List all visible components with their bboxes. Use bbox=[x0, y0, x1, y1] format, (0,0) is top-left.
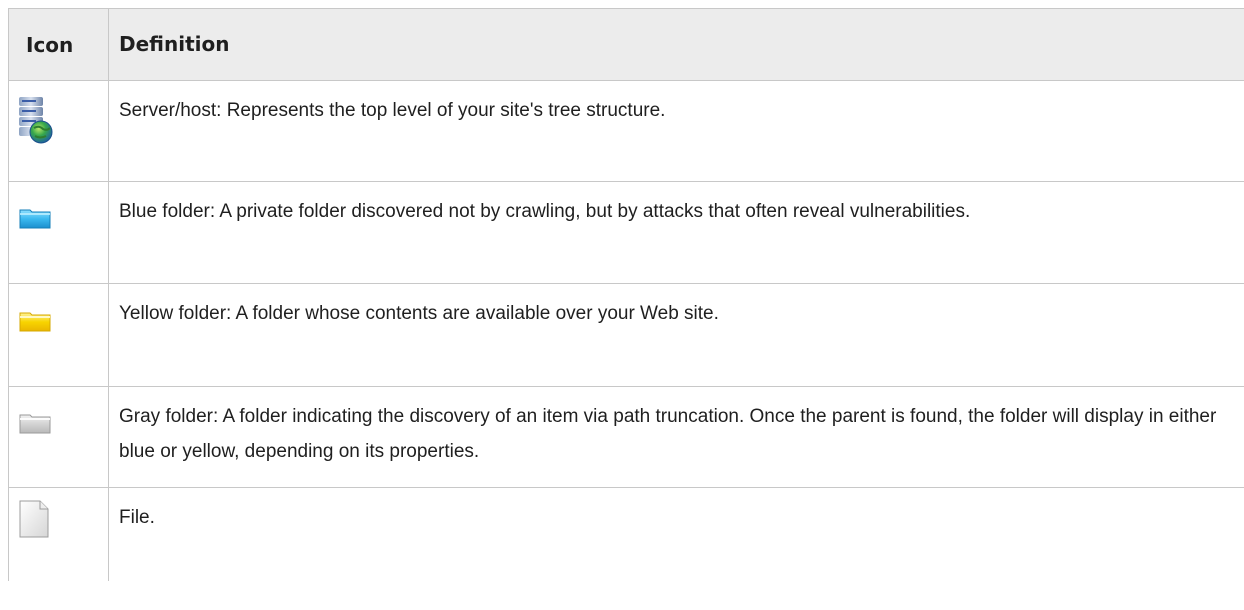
definition-cell: Server/host: Represents the top level of… bbox=[119, 100, 666, 121]
table-header-row: Icon Definition bbox=[9, 8, 1244, 81]
gray-folder-icon bbox=[19, 414, 51, 434]
file-icon bbox=[19, 500, 49, 538]
header-icon-column: Icon bbox=[9, 9, 109, 80]
table-row: Gray folder: A folder indicating the dis… bbox=[9, 387, 1244, 488]
icon-cell bbox=[9, 387, 109, 487]
icon-cell bbox=[9, 488, 109, 581]
yellow-folder-icon bbox=[19, 312, 51, 332]
definition-cell: Blue folder: A private folder discovered… bbox=[119, 201, 971, 222]
table-row: File. bbox=[9, 488, 1244, 581]
blue-folder-icon bbox=[19, 209, 51, 229]
icon-cell bbox=[9, 81, 109, 181]
icon-cell bbox=[9, 182, 109, 283]
definition-cell: Gray folder: A folder indicating the dis… bbox=[119, 406, 1217, 462]
header-definition-column: Definition bbox=[119, 32, 230, 56]
definition-cell: Yellow folder: A folder whose contents a… bbox=[119, 303, 719, 324]
table-row: Blue folder: A private folder discovered… bbox=[9, 182, 1244, 284]
definition-cell: File. bbox=[119, 507, 155, 528]
server-host-icon bbox=[19, 97, 53, 144]
icon-definition-table: Icon Definition Server/host: Represents … bbox=[8, 8, 1244, 581]
table-row: Yellow folder: A folder whose contents a… bbox=[9, 284, 1244, 387]
icon-cell bbox=[9, 284, 109, 386]
table-row: Server/host: Represents the top level of… bbox=[9, 81, 1244, 182]
